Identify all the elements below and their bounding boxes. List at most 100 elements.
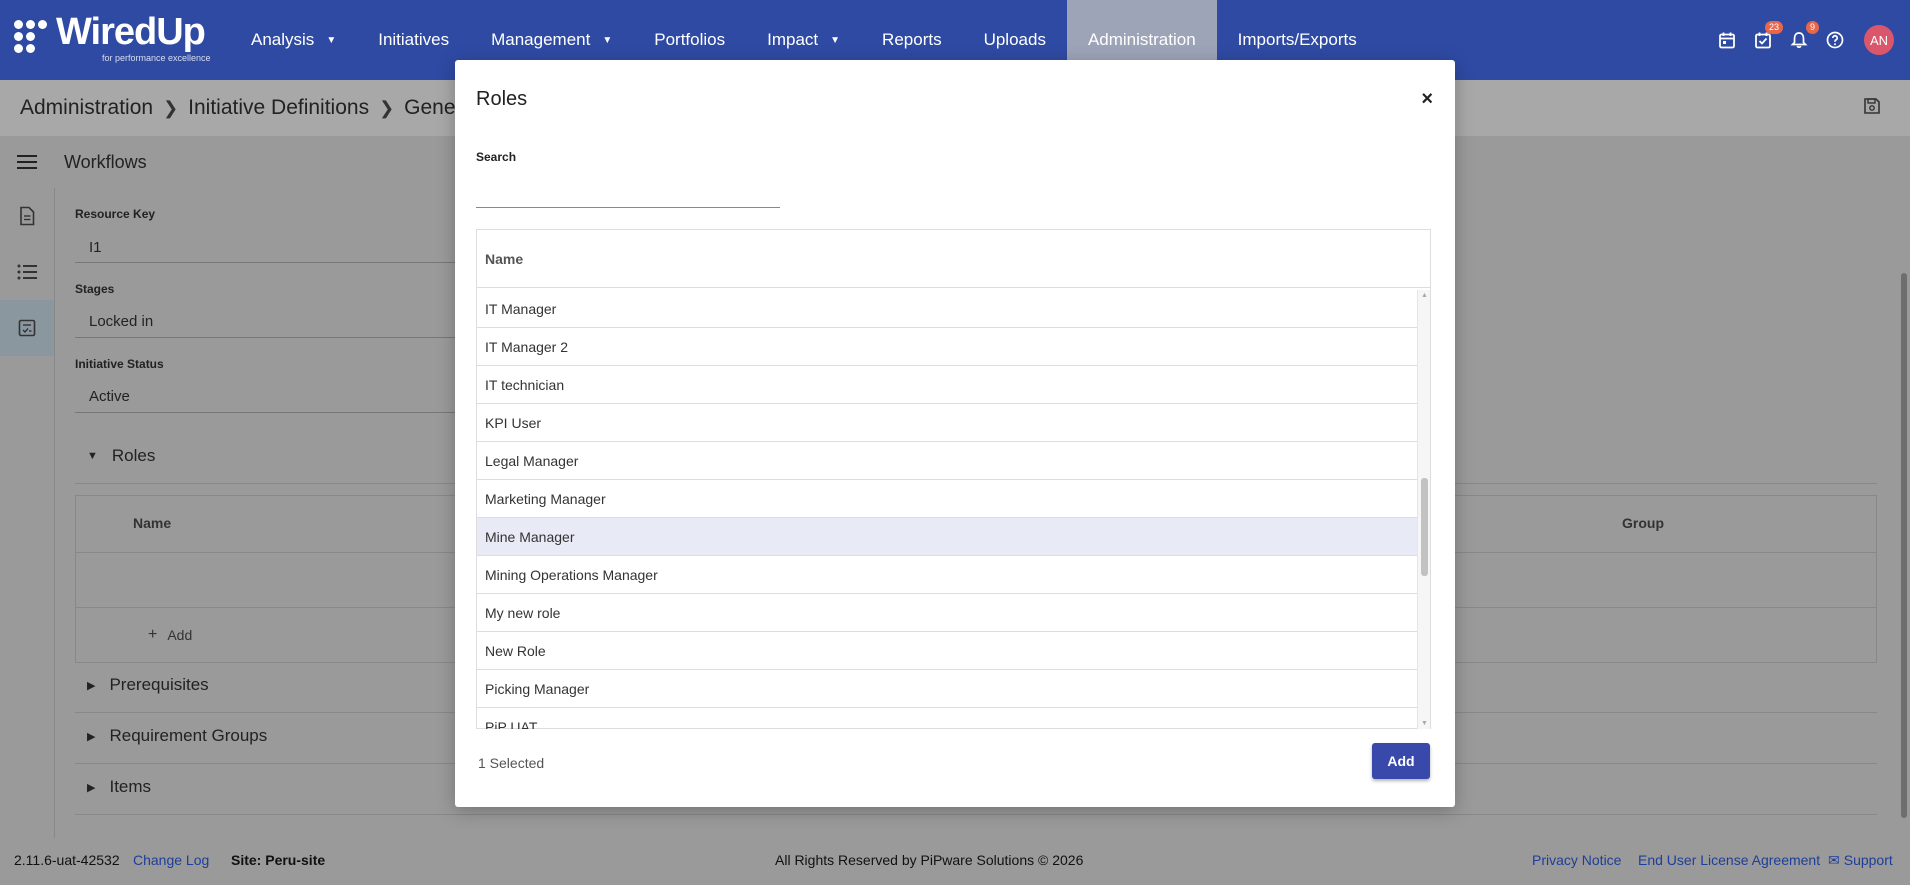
grid-scrollbar[interactable]: ▲ ▼	[1417, 290, 1430, 729]
user-avatar[interactable]: AN	[1864, 25, 1894, 55]
initiative-status-label: Initiative Status	[75, 357, 164, 371]
dialog-title: Roles	[476, 88, 528, 110]
nav-item-label: Initiatives	[378, 30, 450, 49]
list-item[interactable]: IT technician	[477, 366, 1418, 404]
tasks-badge: 23	[1764, 21, 1783, 34]
save-icon[interactable]	[1862, 96, 1882, 122]
workflow-title: Workflows	[64, 151, 147, 172]
left-rail	[0, 188, 55, 838]
add-role-label: Add	[167, 627, 193, 643]
list-item[interactable]: Marketing Manager	[477, 480, 1418, 518]
search-input[interactable]	[476, 178, 780, 208]
close-icon[interactable]: ×	[1421, 88, 1433, 111]
requirement-groups-section-toggle[interactable]: ▶ Requirement Groups	[87, 726, 267, 746]
breadcrumb-item-initiative-definitions[interactable]: Initiative Definitions	[188, 96, 369, 120]
list-item[interactable]: Picking Manager	[477, 670, 1418, 708]
chevron-right-icon: ❯	[379, 97, 395, 118]
logo-tagline: for performance excellence	[102, 53, 211, 63]
requirement-groups-section-title: Requirement Groups	[109, 726, 268, 745]
role-name: IT Manager	[485, 300, 557, 317]
role-name: New Role	[485, 642, 546, 659]
role-name: Legal Manager	[485, 452, 579, 469]
nav-item-analysis[interactable]: Analysis ▼	[230, 0, 357, 80]
role-name: Mining Operations Manager	[485, 566, 658, 583]
nav-item-label: Impact	[767, 30, 819, 49]
list-icon[interactable]	[0, 244, 54, 300]
divider	[75, 814, 1877, 815]
items-section-toggle[interactable]: ▶ Items	[87, 777, 151, 797]
list-item[interactable]: PiP UAT	[477, 708, 1418, 730]
nav-item-label: Portfolios	[654, 30, 726, 49]
copyright-text: All Rights Reserved by PiPware Solutions…	[775, 852, 1084, 868]
footer: 2.11.6-uat-42532 Change Log Site: Peru-s…	[0, 838, 1910, 885]
list-item[interactable]: Legal Manager	[477, 442, 1418, 480]
role-name: IT Manager 2	[485, 338, 569, 355]
list-item[interactable]: Mining Operations Manager	[477, 556, 1418, 594]
support-label: Support	[1843, 852, 1893, 868]
page-scrollbar[interactable]	[1898, 188, 1910, 838]
notifications-badge: 9	[1805, 21, 1819, 34]
caret-right-icon: ▶	[87, 781, 96, 794]
stages-field[interactable]: Locked in	[89, 313, 153, 330]
role-name: Mine Manager	[485, 528, 575, 545]
column-header-name[interactable]: Name	[133, 515, 171, 531]
list-item[interactable]: New Role	[477, 632, 1418, 670]
support-icon: ✉	[1828, 852, 1840, 868]
tasks-icon[interactable]: 23	[1752, 21, 1783, 51]
logo-text: WiredUp	[56, 11, 206, 53]
document-icon[interactable]	[0, 188, 54, 244]
prerequisites-section-toggle[interactable]: ▶ Prerequisites	[87, 675, 209, 695]
scroll-down-icon[interactable]: ▼	[1421, 720, 1428, 727]
roles-grid-body: IT Manager IT Manager 2 IT technician KPI U…	[477, 290, 1418, 729]
add-button[interactable]: Add	[1372, 743, 1430, 779]
role-name: KPI User	[485, 414, 542, 431]
workflow-list-icon[interactable]	[0, 300, 54, 356]
help-icon[interactable]	[1824, 29, 1846, 51]
eula-link[interactable]: End User License Agreement	[1638, 852, 1820, 868]
change-log-link[interactable]: Change Log	[133, 852, 209, 868]
nav-item-label: Uploads	[983, 30, 1046, 49]
stages-underline	[75, 337, 475, 338]
logo-dots-icon	[14, 20, 52, 58]
resource-key-underline	[75, 262, 475, 263]
roles-grid: Name IT Manager IT Manager 2 IT technician…	[476, 229, 1431, 729]
plus-icon: +	[148, 626, 158, 643]
nav-item-label: Reports	[882, 30, 942, 49]
list-item[interactable]: IT Manager 2	[477, 328, 1418, 366]
column-header-group[interactable]: Group	[1622, 515, 1664, 531]
list-item[interactable]: IT Manager	[477, 290, 1418, 328]
roles-dialog: Roles × Search Name IT Manager IT Manager…	[455, 60, 1455, 807]
version-label: 2.11.6-uat-42532	[14, 852, 120, 868]
initiative-status-field[interactable]: Active	[89, 388, 130, 405]
wiredup-logo[interactable]: WiredUp for performance excellence	[0, 0, 230, 80]
privacy-notice-link[interactable]: Privacy Notice	[1532, 852, 1621, 868]
role-name: Picking Manager	[485, 680, 590, 697]
nav-item-initiatives[interactable]: Initiatives	[357, 0, 470, 80]
nav-item-label: Administration	[1087, 30, 1196, 49]
chevron-right-icon: ❯	[163, 97, 179, 118]
grid-column-header-name[interactable]: Name	[477, 230, 1430, 288]
list-item[interactable]: Mine Manager	[477, 518, 1418, 556]
support-link[interactable]: ✉ Support	[1828, 852, 1893, 869]
header-icons: 23 9 AN	[1716, 0, 1894, 80]
nav-item-label: Management	[491, 30, 591, 49]
calendar-icon[interactable]	[1716, 29, 1738, 51]
resource-key-label: Resource Key	[75, 207, 156, 221]
hamburger-menu-icon[interactable]	[0, 154, 54, 170]
caret-down-icon: ▼	[326, 34, 337, 46]
breadcrumb-item-administration[interactable]: Administration	[20, 96, 153, 120]
grid-scrollbar-thumb[interactable]	[1421, 478, 1428, 576]
caret-down-icon: ▼	[602, 34, 613, 46]
nav-item-label: Analysis	[251, 30, 315, 49]
list-item[interactable]: My new role	[477, 594, 1418, 632]
scroll-up-icon[interactable]: ▲	[1421, 292, 1428, 299]
search-label: Search	[476, 150, 517, 164]
caret-right-icon: ▶	[87, 679, 96, 692]
bell-icon[interactable]: 9	[1788, 21, 1819, 51]
list-item[interactable]: KPI User	[477, 404, 1418, 442]
resource-key-field[interactable]: I1	[89, 239, 102, 256]
page-scrollbar-thumb[interactable]	[1901, 273, 1907, 818]
stages-label: Stages	[75, 282, 115, 296]
caret-down-icon: ▼	[87, 450, 98, 462]
roles-section-toggle[interactable]: ▼ Roles	[87, 446, 155, 466]
